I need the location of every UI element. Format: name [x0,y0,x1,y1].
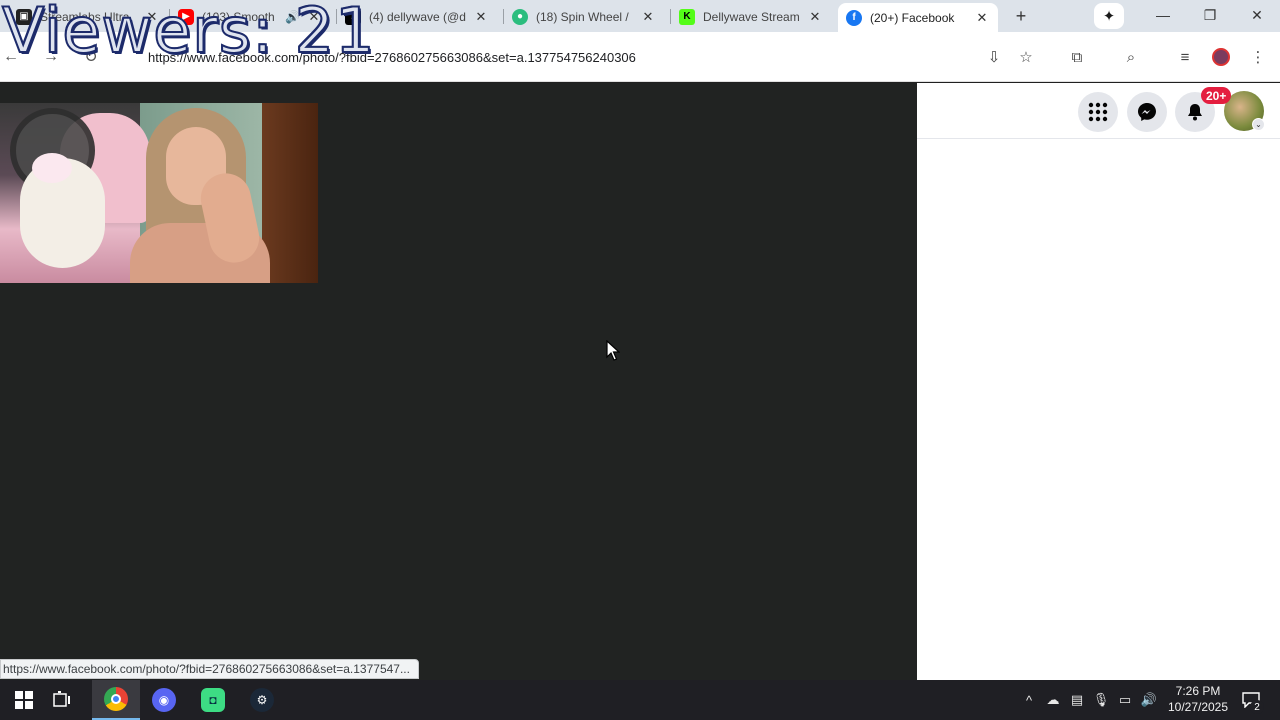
close-tab-icon[interactable]: ✕ [473,9,489,25]
kick-icon: K [679,8,695,25]
close-tab-icon[interactable]: ✕ [974,10,990,26]
tab-spin-wheel[interactable]: ● (18) Spin Wheel / ✕ [504,3,664,30]
system-clock[interactable]: 7:26 PM 10/27/2025 [1160,683,1236,717]
tab-facebook[interactable]: f (20+) Facebook ✕ [838,3,998,32]
screen: Viewers: 21 ▣ Streamlabs Ultra ✕ ▶ (103)… [0,0,1280,720]
close-tab-icon[interactable]: ✕ [807,9,823,25]
usb-device-icon[interactable]: ▤ [1068,690,1086,710]
webcam-overlay [0,103,318,283]
chrome-profile-avatar[interactable] [1212,48,1230,66]
tab-kick[interactable]: K Dellywave Stream ✕ [671,3,831,30]
notification-badge: 20+ [1201,87,1232,104]
media-controls-icon[interactable]: ≡ [1175,47,1195,67]
bookmark-star-icon[interactable]: ☆ [1016,47,1036,67]
mouse-cursor-icon [606,340,620,361]
clock-date: 10/27/2025 [1167,700,1229,714]
discord-icon[interactable]: ◉ [140,680,188,720]
install-app-icon[interactable]: ⇩ [984,47,1004,67]
microphone-icon[interactable]: 🎙 [1092,690,1110,710]
facebook-icon: f [846,9,862,26]
facebook-side-panel: 20+ ⌄ [917,83,1280,680]
notification-count-badge: 2 [1250,700,1264,714]
new-tab-button[interactable]: + [1010,5,1032,27]
network-icon[interactable]: ▭ [1116,690,1134,710]
grid-menu-icon[interactable] [1078,92,1118,132]
close-tab-icon[interactable]: ✕ [640,9,656,25]
close-window-button[interactable]: ✕ [1234,0,1280,30]
restore-button[interactable]: ❐ [1187,0,1233,30]
volume-icon[interactable]: 🔊 [1140,690,1158,710]
link-status-bar: https://www.facebook.com/photo/?fbid=276… [0,659,419,679]
search-tabs-icon[interactable]: ⌕ [1121,47,1141,67]
extensions-icon[interactable]: ⧉ [1067,47,1087,67]
viewer-count-overlay: Viewers: 21 [1,0,376,68]
show-hidden-icons-chevron[interactable]: ^ [1020,690,1038,710]
windows-taskbar: ◉ ◘ ⚙ ^ ☁ ▤ 🎙 ▭ 🔊 7:26 PM 10/27/2025 2 [0,680,1280,720]
webcam-door [262,103,318,283]
chevron-down-icon[interactable]: ⌄ [1252,118,1265,131]
messenger-icon[interactable] [1127,92,1167,132]
android-studio-icon[interactable]: ◘ [189,680,237,720]
onedrive-cloud-icon[interactable]: ☁ [1044,690,1062,710]
steam-icon[interactable]: ⚙ [238,680,286,720]
chrome-taskbar-icon[interactable] [92,680,140,720]
facebook-header: 20+ ⌄ [917,83,1280,139]
spinwheel-icon: ● [512,8,528,25]
more-menu-icon[interactable]: ⋮ [1248,47,1268,67]
gemini-button[interactable]: ✦ [1094,3,1124,29]
clock-time: 7:26 PM [1175,684,1221,698]
webcam-plush-ear [32,153,72,183]
task-view-icon[interactable] [38,680,86,720]
minimize-button[interactable]: — [1140,0,1186,30]
